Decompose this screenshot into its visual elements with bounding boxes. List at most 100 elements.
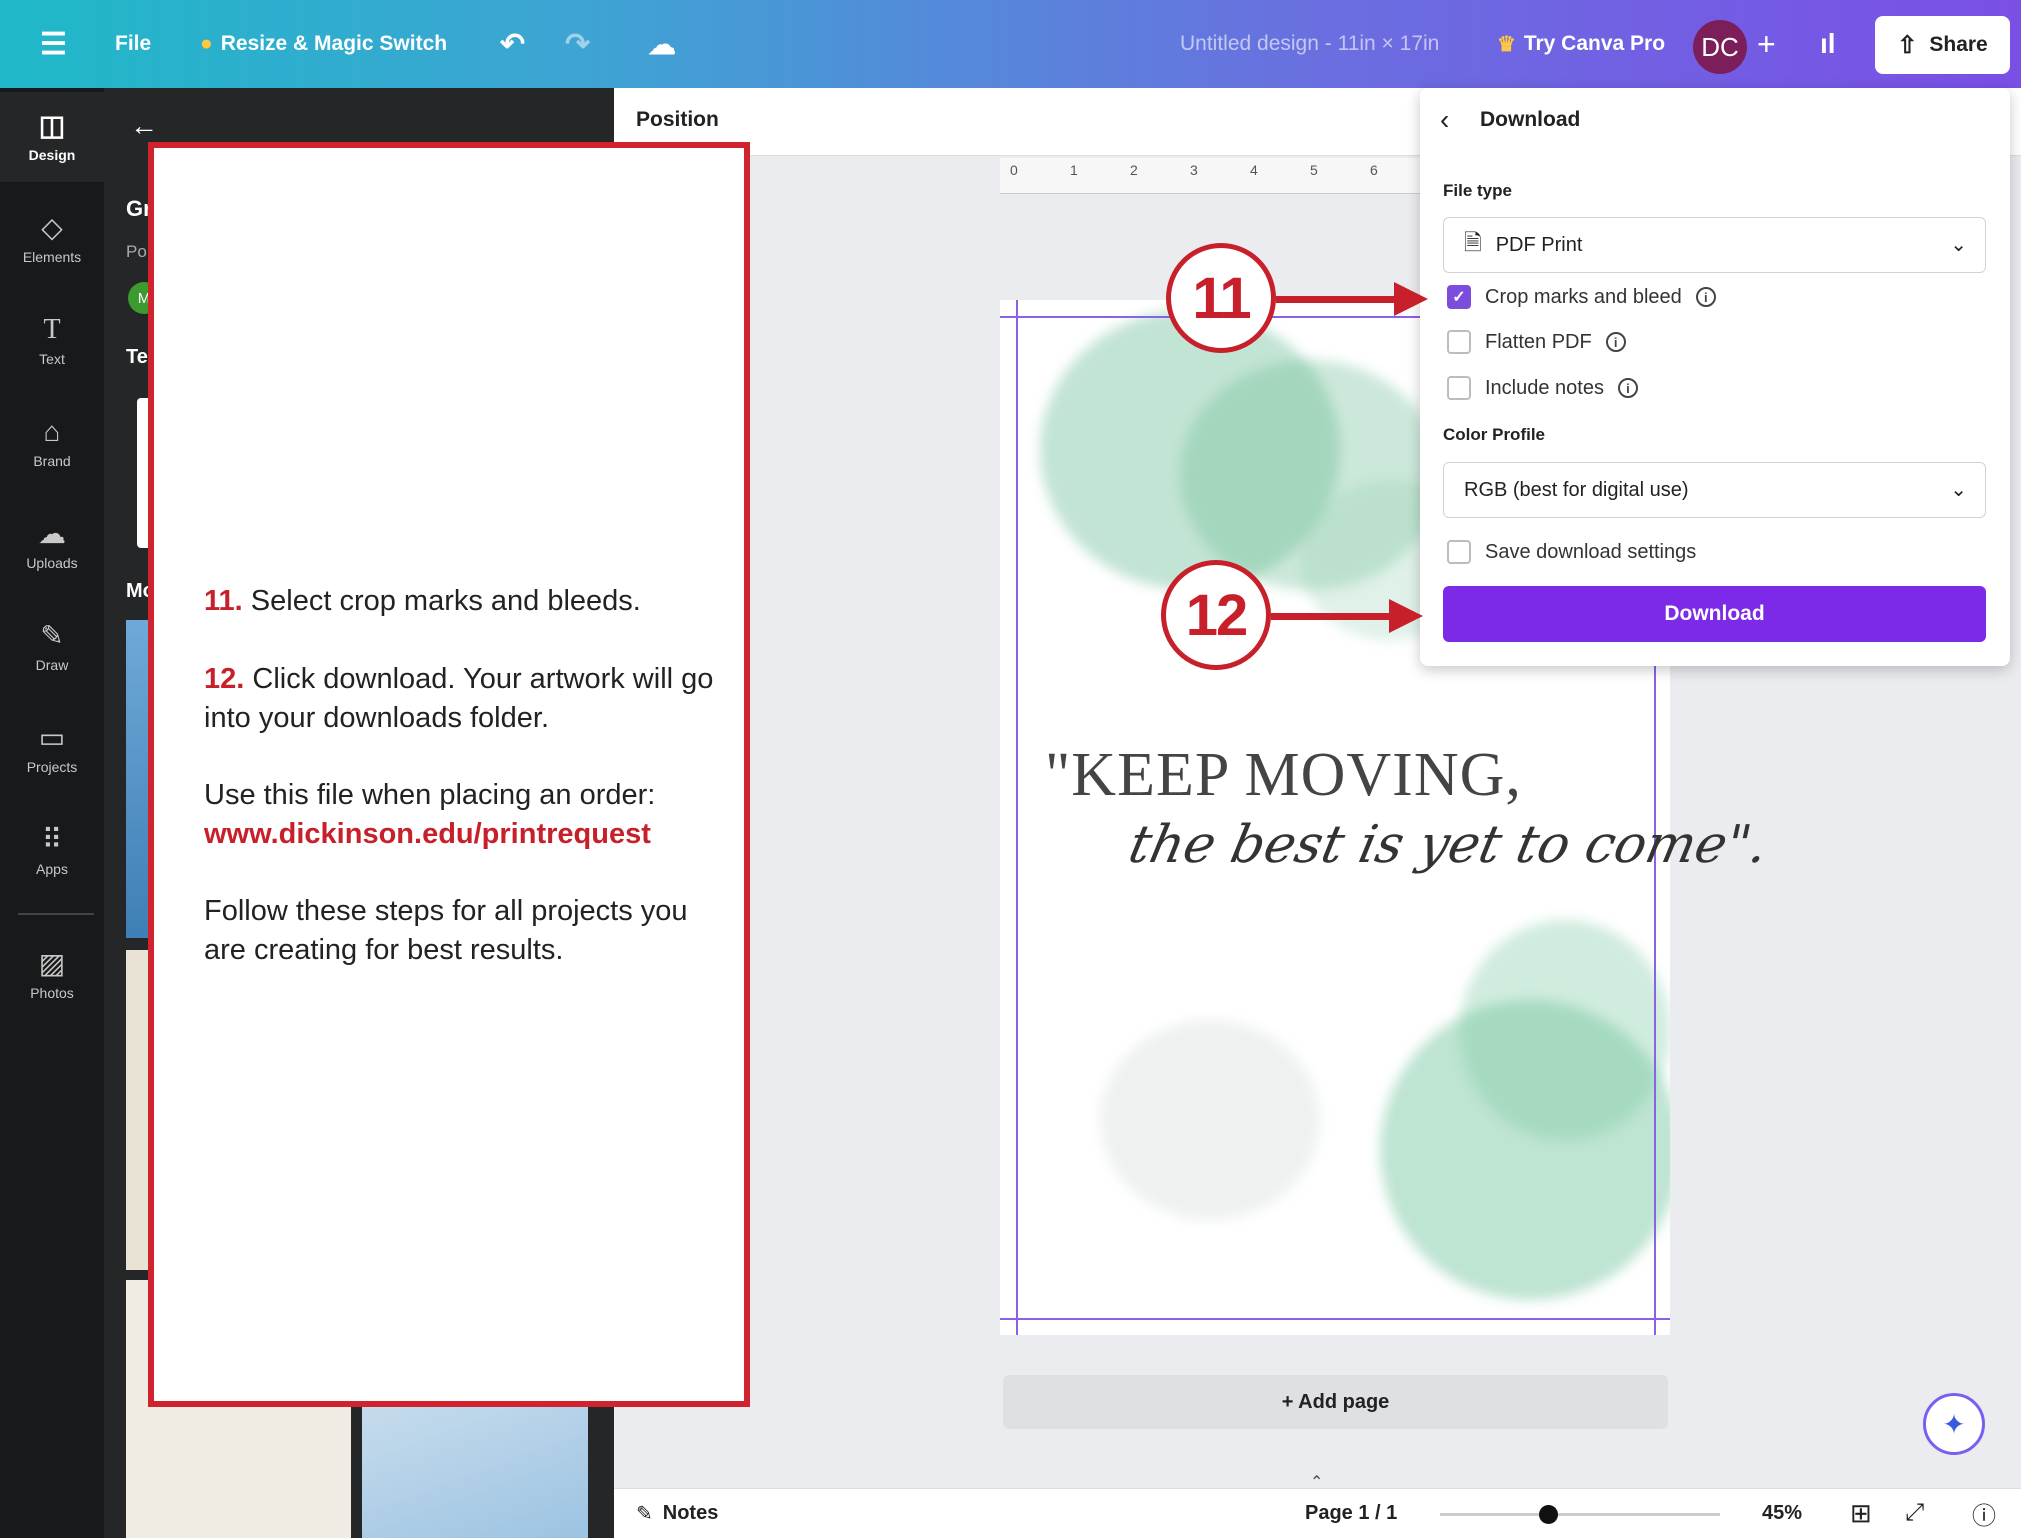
option-include-notes[interactable]: Include notes i <box>1447 373 1638 403</box>
rail-item-design[interactable]: ◫ Design <box>0 92 104 182</box>
notes-button[interactable]: ✎ Notes <box>636 1490 718 1536</box>
instruction-step-11: 11. Select crop marks and bleeds. <box>204 582 724 621</box>
share-button[interactable]: ⇧ Share <box>1875 16 2010 74</box>
rail-label: Photos <box>30 985 74 1001</box>
page-indicator[interactable]: Page 1 / 1 <box>1305 1490 1397 1536</box>
chevron-down-icon: ⌄ <box>1950 234 1967 256</box>
file-type-select[interactable]: 🗎 PDF Print ⌄ <box>1443 217 1986 273</box>
add-collaborator-button[interactable]: + <box>1757 0 1776 88</box>
rail-label: Draw <box>35 657 69 673</box>
color-profile-select[interactable]: RGB (best for digital use) ⌄ <box>1443 462 1986 518</box>
ruler-tick: 5 <box>1310 162 1318 178</box>
notes-label: Notes <box>662 1501 719 1524</box>
resize-magic-switch-button[interactable]: ● Resize & Magic Switch <box>200 0 447 88</box>
quote-headline[interactable]: "KEEP MOVING, <box>1045 740 1522 811</box>
rail-item-draw[interactable]: ✎ Draw <box>0 602 104 692</box>
pen-icon: ✎ <box>40 620 64 651</box>
step-11-callout: 11 <box>1166 243 1276 353</box>
bleed-guide <box>1000 1318 1670 1320</box>
rail-label: Text <box>39 351 65 367</box>
brand-icon: ⌂ <box>43 416 61 447</box>
file-menu[interactable]: File <box>115 0 151 88</box>
option-label: Save download settings <box>1485 540 1697 563</box>
ruler-tick: 4 <box>1250 162 1258 178</box>
option-crop-marks[interactable]: ✓ Crop marks and bleed i <box>1447 282 1716 312</box>
position-button[interactable]: Position <box>636 108 719 132</box>
upload-icon: ⇧ <box>1897 31 1918 59</box>
magic-sparkle-icon[interactable]: ✦ <box>1923 1393 1985 1455</box>
grid-view-icon[interactable]: ⊞ <box>1850 1490 1872 1536</box>
undo-icon[interactable]: ↶ <box>500 0 525 88</box>
design-title[interactable]: Untitled design - 11in × 17in <box>1180 0 1439 88</box>
cloud-upload-icon: ☁ <box>38 518 66 549</box>
help-icon[interactable]: ⓘ <box>1972 1490 1996 1536</box>
download-panel-title: Download <box>1480 108 1581 131</box>
rail-label: Projects <box>26 759 78 775</box>
chevron-down-icon: ⌄ <box>1950 479 1967 501</box>
try-canva-pro-button[interactable]: ♛ Try Canva Pro <box>1497 0 1665 88</box>
info-icon[interactable]: i <box>1617 378 1638 398</box>
rail-label: Brand <box>33 453 71 469</box>
rail-item-projects[interactable]: ▭ Projects <box>0 704 104 794</box>
info-icon[interactable]: i <box>1605 332 1626 352</box>
redo-icon[interactable]: ↷ <box>565 0 590 88</box>
text-icon: T <box>43 314 61 345</box>
color-profile-label: Color Profile <box>1443 425 1546 444</box>
cloud-saved-icon[interactable]: ☁ <box>648 0 676 88</box>
chevron-left-icon[interactable]: ‹ <box>1440 104 1449 136</box>
rail-label: Apps <box>36 861 68 877</box>
ruler-tick: 6 <box>1370 162 1378 178</box>
rail-item-brand[interactable]: ⌂ Brand <box>0 398 104 488</box>
resize-label: Resize & Magic Switch <box>220 32 448 55</box>
zoom-slider[interactable] <box>1440 1513 1720 1516</box>
instruction-step-12: 12. Click download. Your artwork will go… <box>204 660 724 738</box>
ruler-tick: 3 <box>1190 162 1198 178</box>
step-number: 12. <box>204 663 245 695</box>
download-button[interactable]: Download <box>1443 586 1986 642</box>
rail-label: Design <box>28 147 76 163</box>
step-number: 11. <box>204 585 243 617</box>
avatar[interactable]: DC <box>1693 20 1747 74</box>
rail-label: Uploads <box>26 555 78 571</box>
panel-section-partial: Te <box>126 346 148 368</box>
rail-item-elements[interactable]: ◇ Elements <box>0 194 104 284</box>
color-profile-value: RGB (best for digital use) <box>1464 478 1689 501</box>
crown-icon: ♛ <box>1497 32 1516 56</box>
instruction-box <box>148 142 750 1407</box>
option-label: Flatten PDF <box>1485 330 1592 353</box>
rail-item-text[interactable]: T Text <box>0 296 104 386</box>
rail-label: Elements <box>22 249 82 265</box>
add-page-button[interactable]: + Add page <box>1003 1375 1668 1429</box>
fullscreen-icon[interactable]: ⤢ <box>1905 1490 1924 1536</box>
info-icon[interactable]: i <box>1695 287 1716 307</box>
use-file-text: Use this file when placing an order: <box>204 779 656 811</box>
checkbox[interactable] <box>1447 376 1471 400</box>
zoom-percentage[interactable]: 45% <box>1762 1490 1802 1536</box>
rail-item-photos[interactable]: ▨ Photos <box>0 930 104 1020</box>
option-save-settings[interactable]: Save download settings <box>1447 537 1696 567</box>
rail-item-apps[interactable]: ⠿ Apps <box>0 806 104 896</box>
document-icon: 🗎 <box>1464 230 1482 255</box>
crown-icon: ● <box>200 32 213 55</box>
file-type-label: File type <box>1443 181 1512 200</box>
print-request-link[interactable]: www.dickinson.edu/printrequest <box>204 818 651 850</box>
panel-subtext-partial: Po <box>126 242 147 261</box>
image-icon: ▨ <box>38 948 66 979</box>
checkbox[interactable] <box>1447 330 1471 354</box>
quote-script[interactable]: the best is yet to come". <box>1124 815 1774 875</box>
file-type-value: PDF Print <box>1495 233 1583 256</box>
try-pro-label: Try Canva Pro <box>1523 32 1666 55</box>
checkbox[interactable] <box>1447 540 1471 564</box>
back-arrow-icon[interactable]: ← <box>130 110 158 142</box>
option-flatten-pdf[interactable]: Flatten PDF i <box>1447 327 1626 357</box>
notes-icon: ✎ <box>636 1502 653 1525</box>
insights-icon[interactable]: ıl <box>1820 0 1836 88</box>
zoom-slider-handle[interactable] <box>1539 1505 1558 1524</box>
hamburger-icon[interactable]: ☰ <box>40 0 67 88</box>
rail-item-uploads[interactable]: ☁ Uploads <box>0 500 104 590</box>
chevron-up-icon[interactable]: ⌃ <box>1310 1472 1323 1492</box>
ruler: 0 1 2 3 4 5 6 <box>1000 158 1420 194</box>
watercolor-blob <box>1460 920 1670 1140</box>
step-text: Click download. Your artwork will go int… <box>204 663 714 734</box>
checkbox-checked[interactable]: ✓ <box>1447 285 1471 309</box>
